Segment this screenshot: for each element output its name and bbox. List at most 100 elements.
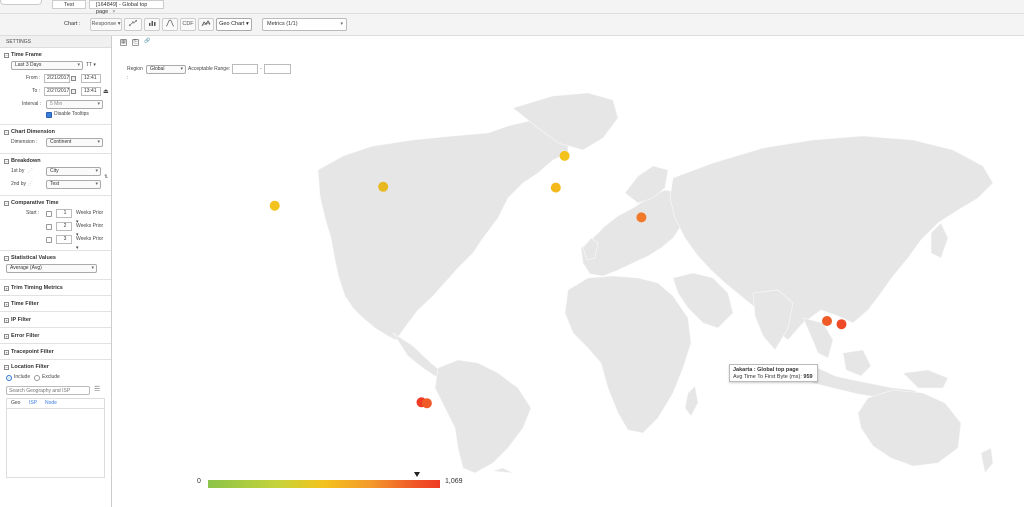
location-filter-section: −Location Filter Include Exclude ☰ Geo I… [0, 360, 111, 482]
breakdown-type-icon[interactable]: ⋰ [28, 167, 33, 176]
section-title: Breakdown [11, 158, 41, 164]
statistical-value-select[interactable]: Average (Avg) ▾ [6, 264, 97, 273]
collapse-icon: − [4, 159, 9, 164]
geo-chart-button[interactable]: Geo Chart ▾ [216, 18, 252, 31]
select-value: Test [50, 181, 60, 187]
comparative-checkbox[interactable] [46, 211, 52, 217]
section-title: Statistical Values [11, 255, 56, 261]
tab-test[interactable]: Test [52, 0, 86, 9]
location-search-input[interactable] [6, 386, 90, 395]
range-separator: - [260, 66, 262, 72]
trim-timing-metrics-section[interactable]: + Trim Timing Metrics [0, 280, 111, 296]
tab-node[interactable]: Node [45, 399, 57, 408]
second-breakdown-select[interactable]: Test ▾ [46, 180, 101, 189]
weeks-prior-select[interactable]: Weeks Prior ▾ [76, 235, 107, 253]
top-tab-bar: Test [164849] - Global top page × [0, 0, 1024, 15]
chevron-down-icon: ▾ [180, 66, 183, 72]
interval-select[interactable]: 5 Min ▾ [46, 100, 103, 109]
from-time-input[interactable]: 12:41 [81, 74, 101, 83]
calendar-icon[interactable] [71, 89, 76, 94]
cdf-button[interactable]: CDF [180, 18, 196, 31]
weeks-prior-input[interactable]: 1 [56, 209, 72, 218]
statistical-values-section: − Statistical Values Average (Avg) ▾ [0, 251, 111, 280]
chart-toolbar: Chart : Response ▾ CDF Geo Chart ▾ Metri… [0, 14, 1024, 36]
location-list[interactable] [6, 408, 105, 478]
tt-toggle[interactable]: TT ▾ [86, 61, 96, 70]
weeks-prior-input[interactable]: 3 [56, 235, 72, 244]
section-title: Error Filter [11, 333, 40, 339]
section-title: Chart Dimension [11, 129, 56, 135]
area-chart-icon[interactable] [198, 18, 214, 31]
statistical-values-header[interactable]: − Statistical Values [4, 254, 107, 262]
tab-geo[interactable]: Geo [11, 399, 20, 408]
breakdown-type-icon[interactable]: ⋰ [28, 180, 33, 189]
comparative-checkbox[interactable] [46, 224, 52, 230]
tab-isp[interactable]: ISP [29, 399, 37, 408]
tooltip-title: Jakarta : Global top page [733, 367, 799, 373]
bar-chart-icon[interactable] [144, 18, 160, 31]
map-marker-cairo[interactable] [636, 212, 647, 223]
scatter-chart-icon[interactable] [124, 18, 142, 31]
central-america-landmass [392, 332, 444, 379]
section-title: Time Frame [11, 52, 42, 58]
dimension-select[interactable]: Continent ▾ [46, 138, 103, 147]
list-icon[interactable]: ☰ [94, 385, 100, 394]
region-select[interactable]: Global ▾ [146, 65, 186, 74]
collapse-icon: − [4, 365, 9, 370]
table-view-icon[interactable]: ▦ [120, 39, 127, 46]
section-title: Comparative Time [11, 200, 59, 206]
metrics-label: Metrics (1/1) [267, 21, 298, 27]
map-marker-surabaya[interactable] [836, 319, 847, 330]
map-marker-london[interactable] [559, 150, 570, 161]
distribution-chart-icon[interactable] [162, 18, 178, 31]
time-range-select[interactable]: Last 3 Days ▾ [11, 61, 83, 70]
time-frame-header[interactable]: − Time Frame [4, 51, 107, 59]
metrics-select[interactable]: Metrics (1/1) ▾ [262, 18, 347, 31]
map-marker-montevideo[interactable] [421, 398, 432, 409]
to-date-input[interactable]: 2/27/2017 [44, 87, 70, 96]
error-filter-section[interactable]: + Error Filter [0, 328, 111, 344]
to-time-input[interactable]: 13:41 [81, 87, 101, 96]
exclude-radio[interactable] [34, 375, 40, 381]
calendar-icon[interactable] [71, 76, 76, 81]
select-value: 5 Min [50, 101, 63, 107]
disable-tooltips-checkbox[interactable] [46, 112, 52, 118]
tooltip-metric-value: 959 [803, 374, 813, 380]
export-icon[interactable]: ⎘ [132, 39, 139, 46]
section-title: Time Filter [11, 301, 39, 307]
tt-label: TT [86, 62, 93, 68]
map-marker-new-york[interactable] [378, 181, 389, 192]
location-filter-header[interactable]: − Location Filter [4, 363, 107, 371]
south-america-landmass [434, 359, 532, 473]
second-breakdown-label: 2nd by [11, 181, 27, 187]
range-max-input[interactable] [264, 64, 291, 74]
comparative-checkbox[interactable] [46, 237, 52, 243]
map-marker-jakarta[interactable] [822, 316, 832, 326]
link-icon[interactable]: 🔗 [144, 39, 151, 46]
tooltip-metric-label: Avg Time To First Byte (ms): [733, 374, 802, 380]
breakdown-header[interactable]: − Breakdown [4, 157, 107, 165]
from-date-input[interactable]: 2/21/2017 [44, 74, 70, 83]
tracepoint-filter-section[interactable]: + Tracepoint Filter [0, 344, 111, 360]
chart-dimension-header[interactable]: − Chart Dimension [4, 128, 107, 136]
location-tabs: Geo ISP Node [6, 398, 105, 408]
lock-icon[interactable]: ⏏ [103, 88, 109, 97]
first-breakdown-select[interactable]: City ▾ [46, 167, 101, 176]
time-filter-section[interactable]: + Time Filter [0, 296, 111, 312]
weeks-prior-label: Weeks Prior [76, 210, 104, 216]
map-marker-madrid[interactable] [550, 182, 561, 193]
north-america-landmass [317, 119, 569, 341]
range-min-input[interactable] [232, 64, 258, 74]
color-scale-legend [208, 480, 440, 488]
cdf-label: CDF [182, 21, 194, 27]
include-radio[interactable] [6, 375, 12, 381]
ip-filter-section[interactable]: + IP Filter [0, 312, 111, 328]
map-marker-los-angeles[interactable] [269, 200, 280, 211]
weeks-prior-input[interactable]: 2 [56, 222, 72, 231]
chevron-down-icon: ▾ [91, 265, 94, 271]
tab-global-top-page[interactable]: [164849] - Global top page × [89, 0, 164, 15]
response-button[interactable]: Response ▾ [90, 18, 122, 31]
section-title: Tracepoint Filter [11, 349, 54, 355]
comparative-time-header[interactable]: − Comparative Time [4, 199, 107, 207]
new-guinea-landmass [902, 369, 949, 389]
